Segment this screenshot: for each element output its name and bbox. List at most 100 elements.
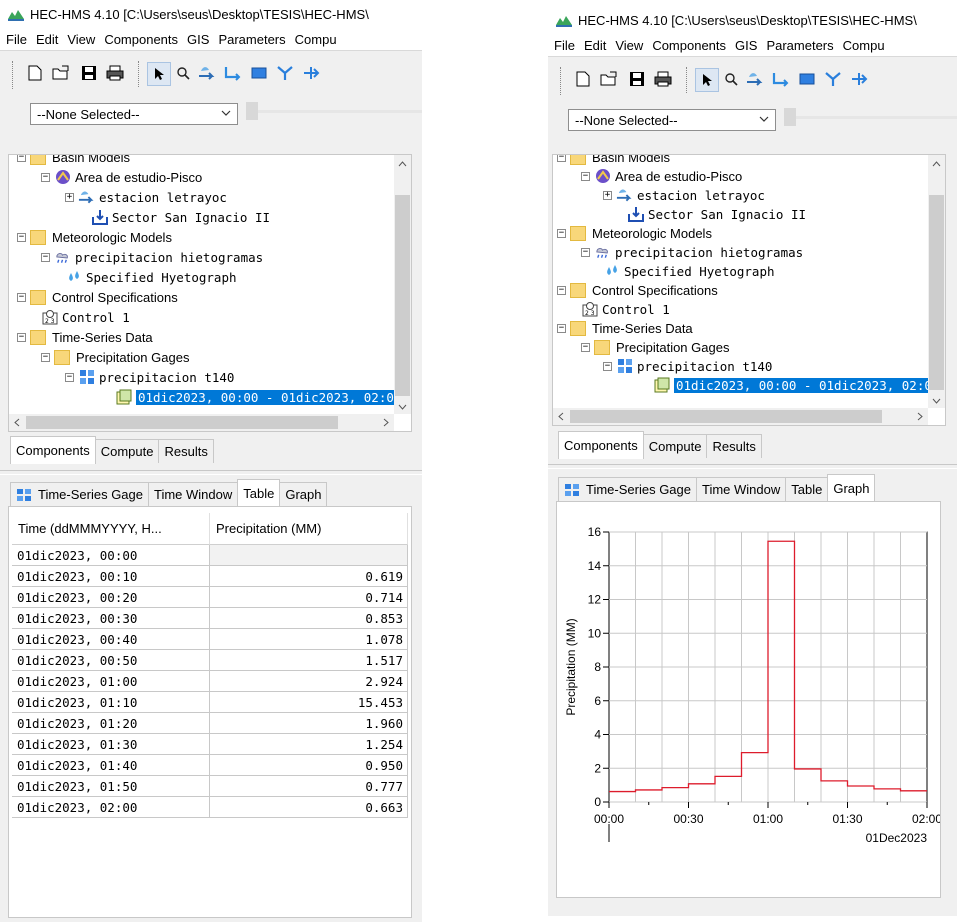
basin-selector-dropdown[interactable]: --None Selected--	[568, 109, 776, 131]
menu-parameters[interactable]: Parameters	[218, 32, 285, 47]
collapse-icon[interactable]: −	[41, 252, 50, 262]
table-row[interactable]: 01dic2023, 00:10 0.619	[12, 566, 408, 587]
zoom-slider-track[interactable]	[796, 116, 957, 119]
scroll-right-icon[interactable]	[917, 412, 923, 421]
reservoir-tool-icon[interactable]	[248, 62, 270, 84]
reservoir-tool-icon[interactable]	[796, 68, 818, 90]
diversion-tool-icon[interactable]	[848, 68, 870, 90]
junction-tool-icon[interactable]	[274, 62, 296, 84]
time-cell[interactable]: 01dic2023, 02:00	[12, 797, 210, 818]
tree-node-met-model[interactable]: − precipitacion hietogramas	[41, 247, 263, 267]
toolbar-grip[interactable]	[12, 61, 16, 89]
tree-node-control[interactable]: 2 3 Control 1	[581, 299, 670, 319]
collapse-icon[interactable]: −	[581, 342, 590, 352]
scroll-thumb[interactable]	[26, 416, 338, 429]
open-folder-icon[interactable]	[598, 68, 620, 90]
menu-components[interactable]: Components	[104, 32, 178, 47]
table-row[interactable]: 01dic2023, 01:20 1.960	[12, 713, 408, 734]
menu-view[interactable]: View	[67, 32, 95, 47]
scroll-up-icon[interactable]	[932, 161, 941, 167]
collapse-icon[interactable]: −	[557, 285, 566, 295]
precipitation-cell[interactable]: 1.517	[210, 650, 408, 671]
table-row[interactable]: 01dic2023, 00:30 0.853	[12, 608, 408, 629]
panel-splitter[interactable]	[548, 464, 957, 469]
collapse-icon[interactable]: −	[557, 155, 566, 162]
tree-node-basin[interactable]: − Area de estudio-Pisco	[581, 166, 742, 186]
precipitation-chart[interactable]: 0 2 4 6 8 10 12 14 16 00:00 00:30 01:00 01:30 02:00 01…	[557, 502, 942, 897]
zoom-slider-thumb[interactable]	[784, 108, 796, 126]
time-cell[interactable]: 01dic2023, 01:50	[12, 776, 210, 797]
expand-icon[interactable]: +	[603, 190, 612, 200]
save-icon[interactable]	[78, 62, 100, 84]
menu-compute[interactable]: Compu	[295, 32, 337, 47]
collapse-icon[interactable]: −	[17, 232, 26, 242]
tab-results[interactable]: Results	[706, 434, 762, 458]
collapse-icon[interactable]: −	[41, 172, 50, 182]
tree-node-ts-data[interactable]: − Time-Series Data	[557, 318, 693, 338]
diversion-tool-icon[interactable]	[300, 62, 322, 84]
scroll-up-icon[interactable]	[398, 161, 407, 167]
precipitation-cell[interactable]: 0.663	[210, 797, 408, 818]
tree-node-gage[interactable]: − precipitacion t140	[603, 356, 772, 376]
time-cell[interactable]: 01dic2023, 01:20	[12, 713, 210, 734]
tab-time-series-gage[interactable]: Time-Series Gage	[558, 477, 697, 501]
reach-tool-icon[interactable]	[222, 62, 244, 84]
precipitation-cell[interactable]: 2.924	[210, 671, 408, 692]
table-row[interactable]: 01dic2023, 00:50 1.517	[12, 650, 408, 671]
menu-edit[interactable]: Edit	[584, 38, 606, 53]
zoom-slider-track[interactable]	[258, 110, 422, 113]
column-header-precipitation[interactable]: Precipitation (MM)	[210, 513, 408, 545]
tree-horizontal-scrollbar[interactable]	[9, 414, 394, 431]
tree-node-basin-models[interactable]: − Basin Models	[17, 155, 130, 167]
scroll-thumb[interactable]	[929, 195, 944, 390]
junction-tool-icon[interactable]	[822, 68, 844, 90]
tab-results[interactable]: Results	[158, 439, 214, 463]
tree-node-control-specs[interactable]: − Control Specifications	[17, 287, 178, 307]
tab-components[interactable]: Components	[558, 431, 644, 459]
time-cell[interactable]: 01dic2023, 01:10	[12, 692, 210, 713]
menu-parameters[interactable]: Parameters	[766, 38, 833, 53]
tab-graph[interactable]: Graph	[827, 474, 876, 502]
tree-node-basin[interactable]: − Area de estudio-Pisco	[41, 167, 202, 187]
precipitation-cell[interactable]: 0.619	[210, 566, 408, 587]
tree-node-precip-gages[interactable]: − Precipitation Gages	[581, 337, 729, 357]
column-header-time[interactable]: Time (ddMMMYYYY, H...	[12, 513, 210, 545]
subbasin-tool-icon[interactable]	[744, 68, 766, 90]
time-cell[interactable]: 01dic2023, 00:40	[12, 629, 210, 650]
new-file-icon[interactable]	[24, 62, 46, 84]
precipitation-cell[interactable]: 1.960	[210, 713, 408, 734]
tab-compute[interactable]: Compute	[94, 439, 160, 463]
collapse-icon[interactable]: −	[17, 332, 26, 342]
time-cell[interactable]: 01dic2023, 01:40	[12, 755, 210, 776]
tree-node-gage[interactable]: − precipitacion t140	[65, 367, 234, 387]
precipitation-cell[interactable]	[210, 545, 408, 566]
table-row[interactable]: 01dic2023, 01:00 2.924	[12, 671, 408, 692]
tab-table[interactable]: Table	[785, 477, 829, 501]
tab-time-window[interactable]: Time Window	[148, 482, 239, 506]
print-icon[interactable]	[652, 68, 674, 90]
tree-node-precip-gages[interactable]: − Precipitation Gages	[41, 347, 189, 367]
print-icon[interactable]	[104, 62, 126, 84]
collapse-icon[interactable]: −	[581, 171, 590, 181]
tree-node-subbasin[interactable]: + estacion letrayoc	[65, 187, 227, 207]
scroll-thumb[interactable]	[570, 410, 882, 423]
precipitation-cell[interactable]: 1.078	[210, 629, 408, 650]
reach-tool-icon[interactable]	[770, 68, 792, 90]
tree-vertical-scrollbar[interactable]	[928, 155, 945, 408]
scroll-left-icon[interactable]	[558, 412, 564, 421]
collapse-icon[interactable]: −	[41, 352, 50, 362]
menu-edit[interactable]: Edit	[36, 32, 58, 47]
toolbar-grip[interactable]	[560, 67, 564, 95]
tree-node-subbasin[interactable]: + estacion letrayoc	[603, 185, 765, 205]
time-cell[interactable]: 01dic2023, 01:00	[12, 671, 210, 692]
tree-node-ts-data[interactable]: − Time-Series Data	[17, 327, 153, 347]
tree-node-time-window[interactable]: 01dic2023, 00:00 - 01dic2023, 02:0	[115, 387, 394, 407]
tab-components[interactable]: Components	[10, 436, 96, 464]
save-icon[interactable]	[626, 68, 648, 90]
precipitation-cell[interactable]: 0.777	[210, 776, 408, 797]
tree-node-control[interactable]: 2 3 Control 1	[41, 307, 130, 327]
time-cell[interactable]: 01dic2023, 00:50	[12, 650, 210, 671]
collapse-icon[interactable]: −	[603, 361, 612, 371]
collapse-icon[interactable]: −	[557, 228, 566, 238]
zoom-slider-thumb[interactable]	[246, 102, 258, 120]
